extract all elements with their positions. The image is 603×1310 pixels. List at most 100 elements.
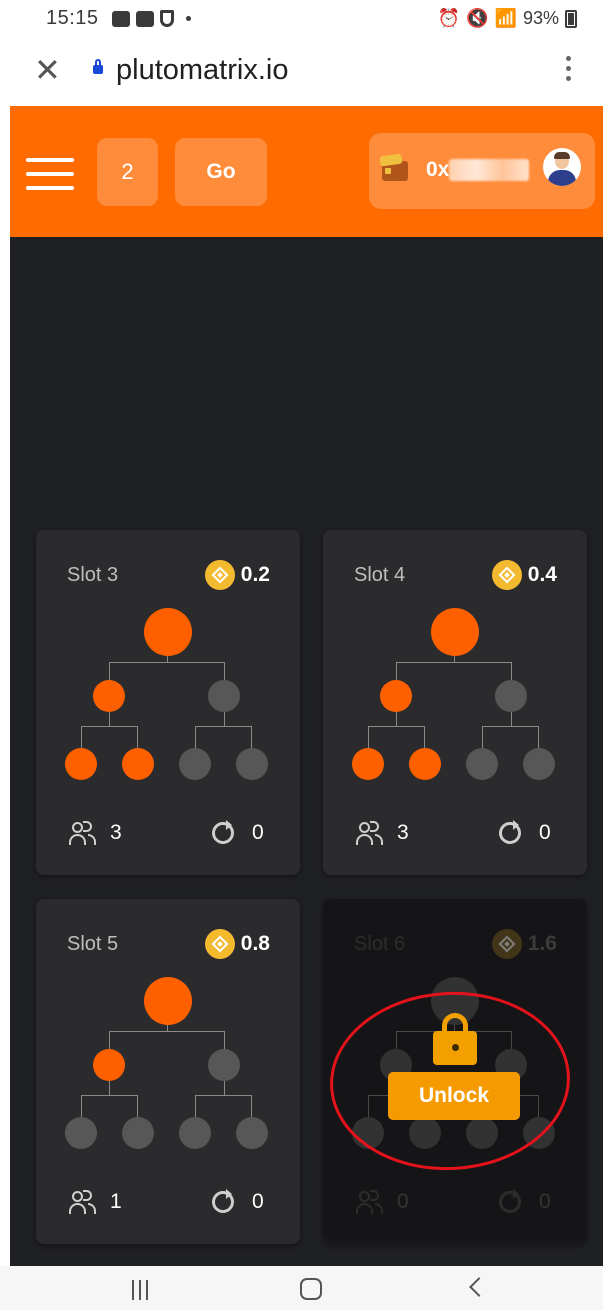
tree-connector xyxy=(137,1095,138,1119)
tree-connector xyxy=(81,1095,138,1096)
notification-icons xyxy=(112,10,191,27)
close-tab-icon[interactable]: ✕ xyxy=(34,54,61,86)
tree-connector xyxy=(81,726,82,750)
partners-count: 1 xyxy=(110,1190,122,1213)
slot-card[interactable]: Slot 5 0.8 1 0 xyxy=(36,899,300,1244)
tree-connector xyxy=(109,1031,224,1032)
tree-connector xyxy=(109,1081,110,1095)
matrix-level2-node xyxy=(236,1117,268,1149)
matrix-level2-node xyxy=(352,748,384,780)
matrix-level2-node xyxy=(179,748,211,780)
status-time: 15:15 xyxy=(46,7,99,29)
browser-toolbar: ✕ plutomatrix.io xyxy=(0,38,603,106)
wifi-icon: 📶 xyxy=(494,8,517,28)
partners-icon xyxy=(356,820,384,846)
tree-connector xyxy=(109,662,224,663)
matrix-level1-node xyxy=(208,680,240,712)
matrix-level1-node xyxy=(93,1049,125,1081)
browser-menu-icon[interactable] xyxy=(566,56,571,81)
wallet-button[interactable]: 0x xyxy=(369,133,595,209)
matrix-level2-node xyxy=(122,1117,154,1149)
partners-count: 3 xyxy=(397,821,409,844)
slot-card[interactable]: Slot 3 0.2 3 0 xyxy=(36,530,300,875)
tree-connector xyxy=(224,712,225,726)
tree-connector xyxy=(511,662,512,682)
slot-stats: 10 xyxy=(36,1186,300,1219)
reinvest-count: 0 xyxy=(252,821,264,844)
matrix-root-node xyxy=(431,608,479,656)
battery-percent: 93% xyxy=(522,8,559,28)
app-header: 2 Go 0x xyxy=(10,106,603,237)
more-notifications-icon xyxy=(186,16,191,21)
matrix-level2-node xyxy=(65,748,97,780)
wallet-address: 0x xyxy=(426,158,450,181)
secure-lock-icon xyxy=(93,59,103,74)
tree-connector xyxy=(251,1095,252,1119)
matrix-level2-node xyxy=(122,748,154,780)
tree-connector xyxy=(224,1031,225,1051)
tree-connector xyxy=(482,726,483,750)
tree-connector xyxy=(538,726,539,750)
tree-connector xyxy=(81,1095,82,1119)
tree-connector xyxy=(81,726,138,727)
matrix-level2-node xyxy=(466,748,498,780)
youtube-icon xyxy=(136,10,154,27)
partners-icon xyxy=(69,820,97,846)
reinvest-count: 0 xyxy=(252,1190,264,1213)
matrix-level2-node xyxy=(65,1117,97,1149)
reinvest-count: 0 xyxy=(539,821,551,844)
tree-connector xyxy=(424,726,425,750)
avatar[interactable] xyxy=(543,148,581,186)
wallet-address-redacted xyxy=(449,159,529,181)
padlock-icon xyxy=(433,1013,477,1065)
slot-stats: 30 xyxy=(323,817,587,850)
matrix-level1-node xyxy=(380,680,412,712)
go-button[interactable]: Go xyxy=(175,138,267,206)
slot-card[interactable]: Slot 4 0.4 3 0 xyxy=(323,530,587,875)
recent-apps-icon[interactable] xyxy=(132,1280,148,1300)
home-icon[interactable] xyxy=(300,1278,322,1300)
slot-stats: 30 xyxy=(36,817,300,850)
tree-connector xyxy=(396,662,511,663)
tree-connector xyxy=(109,662,110,682)
slot-card[interactable]: Slot 61.600Unlock xyxy=(323,899,587,1244)
tree-connector xyxy=(368,726,425,727)
partners-icon xyxy=(69,1189,97,1215)
matrix-level2-node xyxy=(236,748,268,780)
tree-connector xyxy=(195,726,196,750)
tree-connector xyxy=(251,726,252,750)
reinvest-icon xyxy=(207,817,239,849)
matrix-level2-node xyxy=(523,748,555,780)
system-icons: ⏰ 🔇 📶 93% xyxy=(438,8,577,29)
alarm-icon: ⏰ xyxy=(437,8,461,28)
tree-connector xyxy=(195,726,252,727)
shield-icon xyxy=(160,10,174,27)
tree-connector xyxy=(195,1095,252,1096)
tree-connector xyxy=(224,1081,225,1095)
reinvest-icon xyxy=(207,1186,239,1218)
video-call-icon xyxy=(112,10,130,27)
screen: 15:15 ⏰ 🔇 📶 93% ✕ plutomatrix.io 2 Go 0x… xyxy=(0,0,603,1310)
tree-connector xyxy=(482,726,539,727)
locked-overlay: Unlock xyxy=(323,899,587,1239)
partners-count: 3 xyxy=(110,821,122,844)
wallet-icon xyxy=(382,161,408,181)
matrix-level2-node xyxy=(179,1117,211,1149)
slot-number-input[interactable]: 2 xyxy=(97,138,158,206)
matrix-tree xyxy=(36,899,300,1149)
matrix-root-node xyxy=(144,977,192,1025)
tree-connector xyxy=(368,726,369,750)
back-icon[interactable] xyxy=(469,1277,489,1297)
mute-icon: 🔇 xyxy=(466,8,489,28)
app-content: 2 Go 0x 2020Slot 30.230Slot 40.430Slot 5… xyxy=(10,106,603,1266)
menu-icon[interactable] xyxy=(26,158,74,190)
battery-icon xyxy=(565,9,577,28)
tree-connector xyxy=(109,712,110,726)
url-text[interactable]: plutomatrix.io xyxy=(116,54,288,87)
matrix-level1-node xyxy=(208,1049,240,1081)
tree-connector xyxy=(396,662,397,682)
unlock-button[interactable]: Unlock xyxy=(388,1072,520,1120)
tree-connector xyxy=(224,662,225,682)
tree-connector xyxy=(137,726,138,750)
android-nav-bar xyxy=(0,1266,603,1310)
